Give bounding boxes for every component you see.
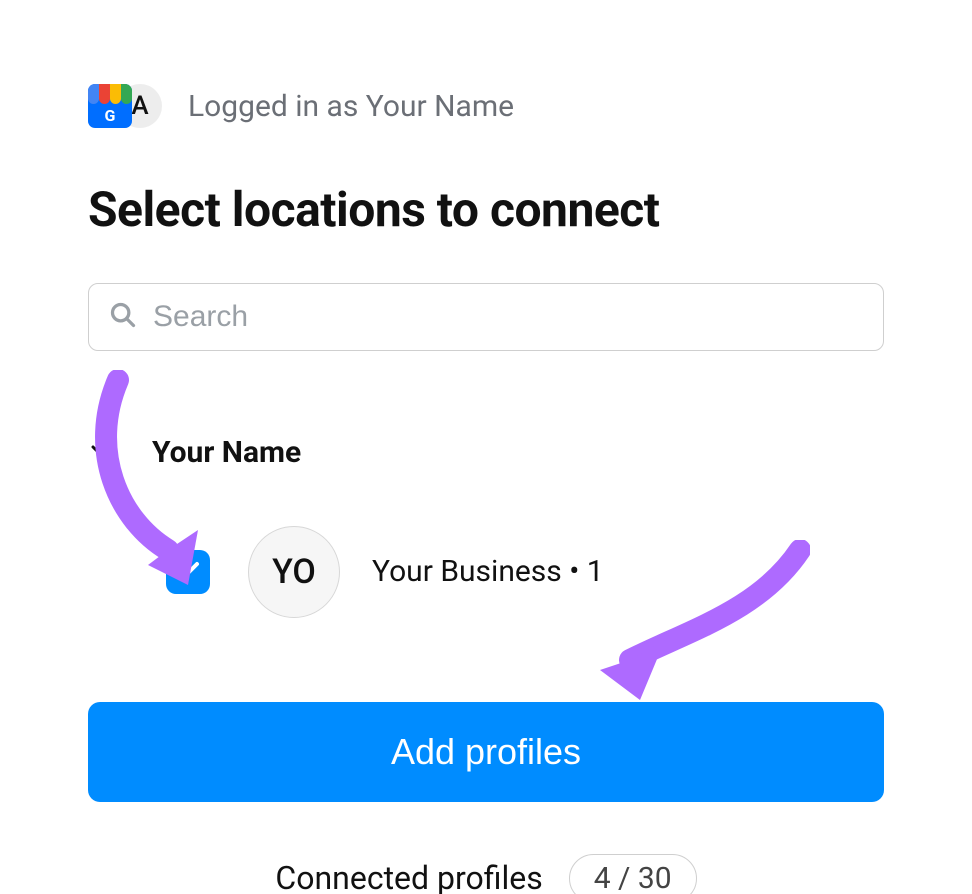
header: G A Logged in as Your Name <box>88 84 884 128</box>
connected-profiles-badge: 4 / 30 <box>569 854 697 894</box>
connected-profiles-footer: Connected profiles 4 / 30 <box>88 854 884 894</box>
search-box[interactable] <box>88 283 884 351</box>
page-title: Select locations to connect <box>88 184 884 237</box>
google-my-business-icon: G <box>88 84 132 128</box>
gmb-icon-letter: G <box>88 106 132 125</box>
location-avatar: YO <box>248 526 340 618</box>
search-icon <box>109 301 137 333</box>
location-avatar-initials: YO <box>272 552 316 592</box>
connected-profiles-label: Connected profiles <box>275 859 542 894</box>
add-profiles-button[interactable]: Add profiles <box>88 702 884 802</box>
search-input[interactable] <box>153 300 863 334</box>
chevron-down-icon[interactable] <box>88 445 116 459</box>
location-group-header[interactable]: Your Name <box>88 435 884 470</box>
check-icon <box>176 560 200 584</box>
location-item[interactable]: YO Your Business • 1 <box>88 526 884 618</box>
user-avatar-initial: A <box>131 91 148 121</box>
location-label: Your Business • 1 <box>372 554 604 589</box>
logged-in-label: Logged in as Your Name <box>188 89 514 124</box>
group-name: Your Name <box>152 435 301 470</box>
location-checkbox[interactable] <box>166 550 210 594</box>
